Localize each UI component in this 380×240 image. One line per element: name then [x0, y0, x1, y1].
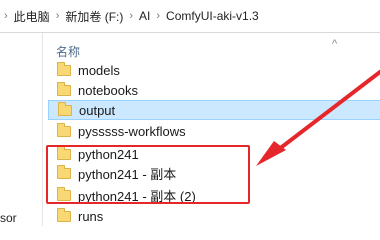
annotation-arrow-icon	[256, 70, 380, 166]
